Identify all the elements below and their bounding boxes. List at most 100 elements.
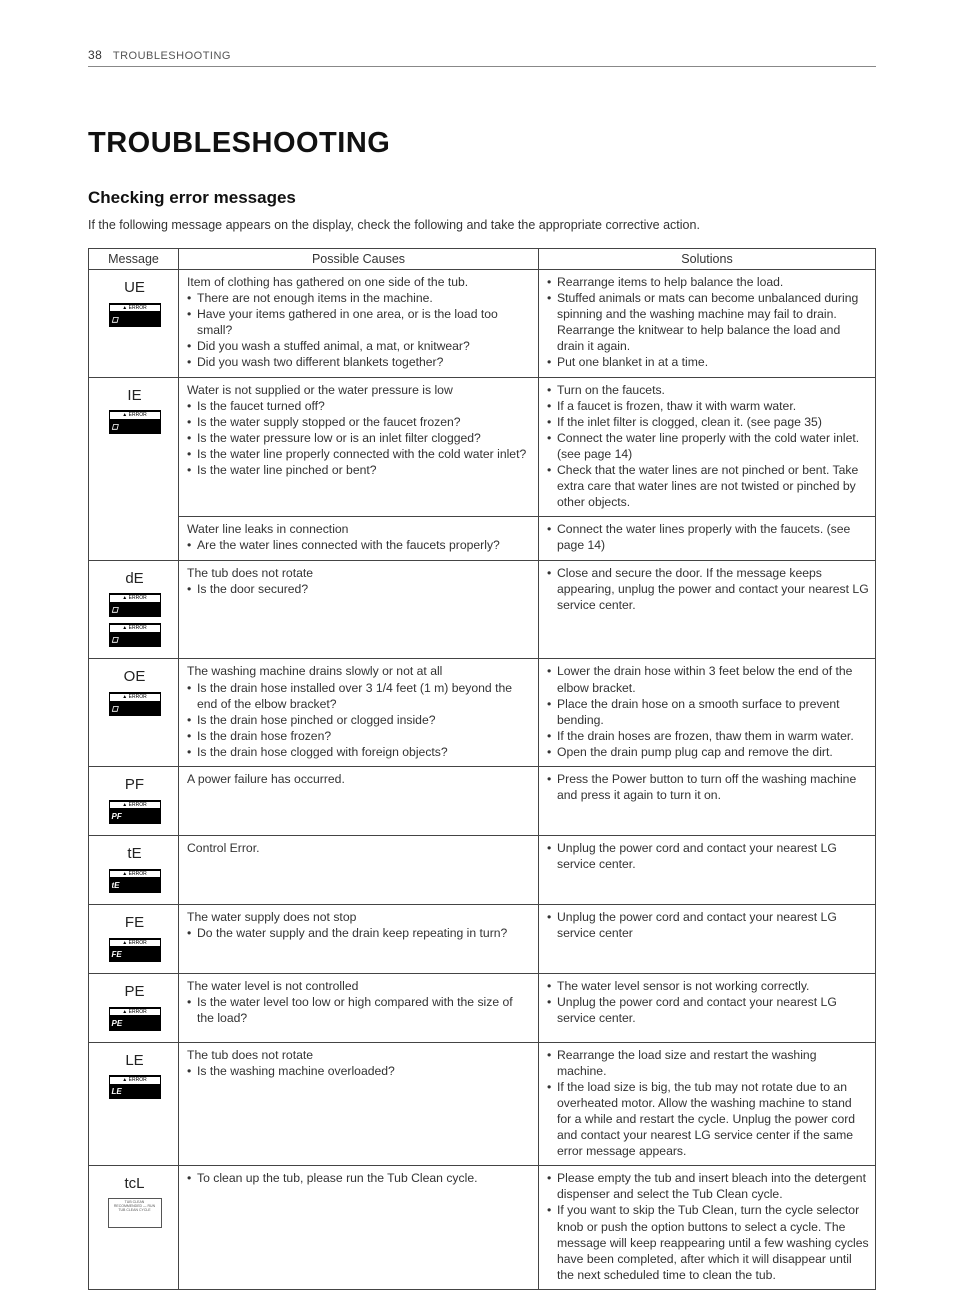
message-cell: tE tE xyxy=(89,835,179,904)
solutions-cell: Unplug the power cord and contact your n… xyxy=(539,904,876,973)
error-badge-icon: tE xyxy=(109,869,161,893)
solution-item: If the load size is big, the tub may not… xyxy=(547,1079,869,1159)
causes-cell: Control Error. xyxy=(179,835,539,904)
cause-item: Is the water line pinched or bent? xyxy=(187,462,532,478)
error-code: FE xyxy=(97,913,172,933)
table-row: UE ◻ Item of clothing has gathered on one … xyxy=(89,270,876,378)
solution-item: Open the drain pump plug cap and remove … xyxy=(547,744,869,760)
section-subtitle: Checking error messages xyxy=(88,188,876,208)
error-code: tcL xyxy=(97,1174,172,1194)
cause-item: Is the drain hose installed over 3 1/4 f… xyxy=(187,680,532,712)
cause-item: Is the faucet turned off? xyxy=(187,398,532,414)
table-row: OE◻The washing machine drains slowly or … xyxy=(89,659,876,767)
causes-cell: The washing machine drains slowly or not… xyxy=(179,659,539,767)
solutions-cell: The water level sensor is not working co… xyxy=(539,973,876,1042)
cause-item: Is the water level too low or high compa… xyxy=(187,994,532,1026)
solution-item: Lower the drain hose within 3 feet below… xyxy=(547,663,869,695)
table-row: tE tE Control Error.Unplug the power cord … xyxy=(89,835,876,904)
col-causes: Possible Causes xyxy=(179,249,539,270)
causes-cell: Item of clothing has gathered on one sid… xyxy=(179,270,539,378)
causes-cell: The tub does not rotateIs the door secur… xyxy=(179,560,539,659)
error-badge-icon: ◻ xyxy=(109,623,161,647)
error-code: IE xyxy=(97,386,172,406)
solution-item: Unplug the power cord and contact your n… xyxy=(547,909,869,941)
solution-item: Please empty the tub and insert bleach i… xyxy=(547,1170,869,1202)
solution-item: Put one blanket in at a time. xyxy=(547,354,869,370)
table-row: LE LE The tub does not rotateIs the washin… xyxy=(89,1042,876,1166)
solutions-cell: Close and secure the door. If the messag… xyxy=(539,560,876,659)
solutions-cell: Connect the water lines properly with th… xyxy=(539,517,876,560)
table-row: PE PE The water level is not controlledIs … xyxy=(89,973,876,1042)
cause-item: To clean up the tub, please run the Tub … xyxy=(187,1170,532,1186)
solutions-cell: Lower the drain hose within 3 feet below… xyxy=(539,659,876,767)
solution-item: If the drain hoses are frozen, thaw them… xyxy=(547,728,869,744)
tcl-badge-icon: TUB CLEAN RECOMMENDED — RUN TUB CLEAN CY… xyxy=(108,1198,162,1228)
cause-item: Is the drain hose clogged with foreign o… xyxy=(187,744,532,760)
page-title: TROUBLESHOOTING xyxy=(88,127,876,160)
message-cell: IE ◻ xyxy=(89,377,179,560)
causes-cell: A power failure has occurred. xyxy=(179,767,539,836)
solutions-cell: Press the Power button to turn off the w… xyxy=(539,767,876,836)
cause-item: There are not enough items in the machin… xyxy=(187,290,532,306)
causes-cell: The water level is not controlledIs the … xyxy=(179,973,539,1042)
solution-item: Place the drain hose on a smooth surface… xyxy=(547,696,869,728)
solution-item: Connect the water lines properly with th… xyxy=(547,521,869,553)
table-row: Water line leaks in connectionAre the wa… xyxy=(89,517,876,560)
error-badge-icon: PE xyxy=(109,1007,161,1031)
error-badge-icon: ◻ xyxy=(109,593,161,617)
solution-item: Rearrange items to help balance the load… xyxy=(547,274,869,290)
solution-item: Turn on the faucets. xyxy=(547,382,869,398)
page-header: 38 TROUBLESHOOTING xyxy=(88,48,876,67)
cause-item: Is the door secured? xyxy=(187,581,532,597)
solutions-cell: Turn on the faucets.If a faucet is froze… xyxy=(539,377,876,517)
col-message: Message xyxy=(89,249,179,270)
solution-item: If you want to skip the Tub Clean, turn … xyxy=(547,1202,869,1282)
table-row: dE ◻ ◻ The tub does not rotateIs the door s… xyxy=(89,560,876,659)
solution-item: Close and secure the door. If the messag… xyxy=(547,565,869,613)
cause-item: Is the water supply stopped or the fauce… xyxy=(187,414,532,430)
error-code: dE xyxy=(97,569,172,589)
message-cell: OE◻ xyxy=(89,659,179,767)
solution-item: Check that the water lines are not pinch… xyxy=(547,462,869,510)
table-row: IE ◻ Water is not supplied or the water pr… xyxy=(89,377,876,517)
solution-item: Unplug the power cord and contact your n… xyxy=(547,994,869,1026)
causes-cell: The water supply does not stopDo the wat… xyxy=(179,904,539,973)
solution-item: Press the Power button to turn off the w… xyxy=(547,771,869,803)
solution-item: Stuffed animals or mats can become unbal… xyxy=(547,290,869,354)
error-badge-icon: ◻ xyxy=(109,303,161,327)
solution-item: If the inlet filter is clogged, clean it… xyxy=(547,414,869,430)
causes-cell: The tub does not rotateIs the washing ma… xyxy=(179,1042,539,1166)
solution-item: The water level sensor is not working co… xyxy=(547,978,869,994)
error-code: LE xyxy=(97,1051,172,1071)
cause-item: Is the water line properly connected wit… xyxy=(187,446,532,462)
cause-item: Are the water lines connected with the f… xyxy=(187,537,532,553)
message-cell: dE ◻ ◻ xyxy=(89,560,179,659)
error-badge-icon: LE xyxy=(109,1075,161,1099)
solution-item: Unplug the power cord and contact your n… xyxy=(547,840,869,872)
error-code: UE xyxy=(97,278,172,298)
solutions-cell: Rearrange the load size and restart the … xyxy=(539,1042,876,1166)
cause-item: Did you wash a stuffed animal, a mat, or… xyxy=(187,338,532,354)
cause-item: Is the washing machine overloaded? xyxy=(187,1063,532,1079)
causes-cell: Water is not supplied or the water press… xyxy=(179,377,539,517)
causes-cell: Water line leaks in connectionAre the wa… xyxy=(179,517,539,560)
intro-text: If the following message appears on the … xyxy=(88,218,876,232)
solution-item: Rearrange the load size and restart the … xyxy=(547,1047,869,1079)
error-code: PE xyxy=(97,982,172,1002)
message-cell: LE LE xyxy=(89,1042,179,1166)
solution-item: If a faucet is frozen, thaw it with warm… xyxy=(547,398,869,414)
cause-item: Is the water pressure low or is an inlet… xyxy=(187,430,532,446)
col-solutions: Solutions xyxy=(539,249,876,270)
message-cell: PF PF xyxy=(89,767,179,836)
cause-item: Have your items gathered in one area, or… xyxy=(187,306,532,338)
error-badge-icon: FE xyxy=(109,938,161,962)
page-number: 38 xyxy=(88,48,102,62)
error-code: PF xyxy=(97,775,172,795)
table-row: FE FE The water supply does not stopDo the… xyxy=(89,904,876,973)
error-code: tE xyxy=(97,844,172,864)
error-badge-icon: PF xyxy=(109,800,161,824)
cause-item: Do the water supply and the drain keep r… xyxy=(187,925,532,941)
error-table: Message Possible Causes Solutions UE ◻ Ite… xyxy=(88,248,876,1290)
error-badge-icon: ◻ xyxy=(109,410,161,434)
header-section: TROUBLESHOOTING xyxy=(113,50,231,62)
